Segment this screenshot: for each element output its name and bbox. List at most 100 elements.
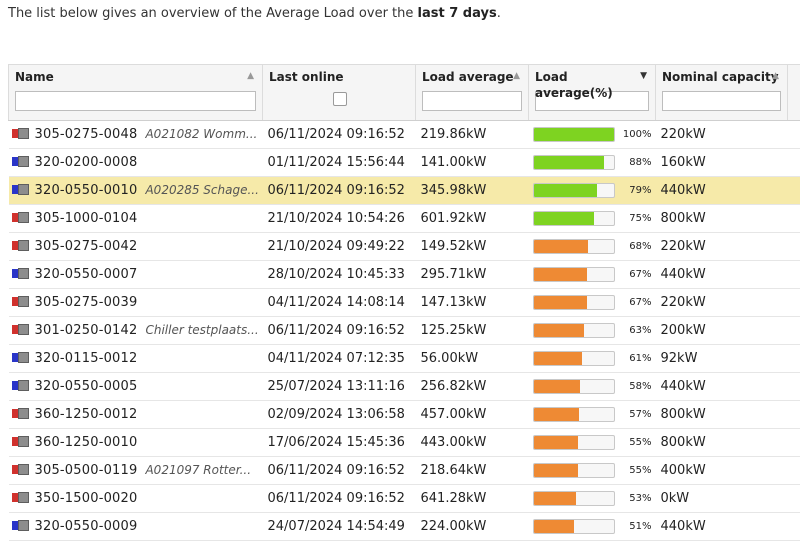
table-row[interactable]: 301-0250-0142Chiller testplaats...06/11/… bbox=[9, 317, 800, 345]
device-serial[interactable]: 301-0250-0142 bbox=[35, 323, 138, 338]
name-cell[interactable]: 305-0275-0039 bbox=[9, 289, 263, 317]
name-cell[interactable]: 320-0200-0008 bbox=[9, 149, 263, 177]
name-cell[interactable]: 305-0275-0042 bbox=[9, 233, 263, 261]
table-row[interactable]: 360-1250-001017/06/2024 15:45:36443.00kW… bbox=[9, 429, 800, 457]
col-name-label: Name bbox=[15, 69, 256, 89]
load-pct-cell: 79% bbox=[529, 177, 656, 205]
sort-up-icon[interactable]: ▲ bbox=[247, 71, 254, 81]
device-serial[interactable]: 360-1250-0012 bbox=[35, 407, 138, 422]
load-bar bbox=[533, 463, 615, 478]
nominal-cell: 440kW bbox=[656, 261, 788, 289]
table-row[interactable]: 305-0275-0048A021082 Womm...06/11/2024 0… bbox=[9, 121, 800, 149]
table-row[interactable]: 320-0550-000924/07/2024 14:54:49224.00kW… bbox=[9, 513, 800, 541]
table-row[interactable]: 305-1000-010421/10/2024 10:54:26601.92kW… bbox=[9, 205, 800, 233]
table-row[interactable]: 350-1500-002006/11/2024 09:16:52641.28kW… bbox=[9, 485, 800, 513]
name-cell[interactable]: 305-0275-0048A021082 Womm... bbox=[9, 121, 263, 149]
name-cell[interactable]: 305-1000-0104 bbox=[9, 205, 263, 233]
table-row[interactable]: 320-0550-000525/07/2024 13:11:16256.82kW… bbox=[9, 373, 800, 401]
device-serial[interactable]: 360-1250-0010 bbox=[35, 435, 138, 450]
load-pct-cell: 63% bbox=[529, 317, 656, 345]
nominal-filter-input[interactable] bbox=[662, 91, 781, 111]
device-serial[interactable]: 320-0115-0012 bbox=[35, 351, 138, 366]
load-average-value: 457.00kW bbox=[421, 407, 487, 422]
intro-text: The list below gives an overview of the … bbox=[8, 6, 501, 21]
extra-cell bbox=[788, 289, 800, 317]
col-name-header[interactable]: Name ▲ bbox=[9, 65, 263, 121]
device-serial[interactable]: 305-0500-0119 bbox=[35, 463, 138, 478]
col-last-online-header[interactable]: Last online bbox=[263, 65, 416, 121]
col-last-online-label: Last online bbox=[269, 69, 409, 89]
load-pct-cell: 55% bbox=[529, 429, 656, 457]
device-serial[interactable]: 320-0550-0007 bbox=[35, 267, 138, 282]
blue-flag-device-icon bbox=[12, 520, 30, 531]
name-cell[interactable]: 320-0550-0005 bbox=[9, 373, 263, 401]
last-online-cell: 04/11/2024 07:12:35 bbox=[263, 345, 416, 373]
device-serial[interactable]: 320-0550-0009 bbox=[35, 519, 138, 534]
load-average-value: 601.92kW bbox=[421, 211, 487, 226]
load-filter-input[interactable] bbox=[422, 91, 522, 111]
col-nominal-header[interactable]: Nominal capacity ▲ bbox=[656, 65, 788, 121]
nominal-cell: 440kW bbox=[656, 513, 788, 541]
device-serial[interactable]: 350-1500-0020 bbox=[35, 491, 138, 506]
device-serial[interactable]: 305-0275-0039 bbox=[35, 295, 138, 310]
name-cell[interactable]: 360-1250-0010 bbox=[9, 429, 263, 457]
last-online-cell: 06/11/2024 09:16:52 bbox=[263, 121, 416, 149]
load-pct-value: 51% bbox=[629, 521, 651, 532]
device-serial[interactable]: 320-0200-0008 bbox=[35, 155, 138, 170]
table-row[interactable]: 320-0200-000801/11/2024 15:56:44141.00kW… bbox=[9, 149, 800, 177]
name-filter-input[interactable] bbox=[15, 91, 256, 111]
load-pct-value: 68% bbox=[629, 241, 651, 252]
nominal-cell: 92kW bbox=[656, 345, 788, 373]
name-cell[interactable]: 320-0550-0007 bbox=[9, 261, 263, 289]
col-load-pct-header[interactable]: Load average(%) ▼ bbox=[529, 65, 656, 121]
table-row[interactable]: 305-0275-003904/11/2024 14:08:14147.13kW… bbox=[9, 289, 800, 317]
table-row[interactable]: 305-0500-0119A021097 Rotter...06/11/2024… bbox=[9, 457, 800, 485]
name-cell[interactable]: 305-0500-0119A021097 Rotter... bbox=[9, 457, 263, 485]
table-row[interactable]: 360-1250-0012 02/09/2024 13:06:58 457.00kW… bbox=[9, 401, 800, 429]
red-flag-device-icon bbox=[12, 464, 30, 475]
load-pct-value: 63% bbox=[629, 325, 651, 336]
nominal-cell: 220kW bbox=[656, 233, 788, 261]
sort-down-icon[interactable]: ▼ bbox=[640, 71, 647, 81]
load-pct-cell: 88% bbox=[529, 149, 656, 177]
name-cell[interactable]: 320-0550-0009 bbox=[9, 513, 263, 541]
nominal-cell: 800kW bbox=[656, 205, 788, 233]
load-average-cell: 149.52kW bbox=[416, 233, 529, 261]
nominal-cell: 160kW bbox=[656, 149, 788, 177]
sort-up-icon[interactable]: ▲ bbox=[513, 71, 520, 81]
table-row[interactable]: 320-0550-0010A020285 Schage...06/11/2024… bbox=[9, 177, 800, 205]
load-bar-fill bbox=[534, 380, 580, 393]
last-online-value: 24/07/2024 14:54:49 bbox=[268, 519, 405, 534]
red-flag-device-icon bbox=[12, 492, 30, 503]
table-row[interactable]: 305-0275-004221/10/2024 09:49:22149.52kW… bbox=[9, 233, 800, 261]
load-bar-fill bbox=[534, 128, 614, 141]
load-average-value: 443.00kW bbox=[421, 435, 487, 450]
online-filter-checkbox[interactable] bbox=[333, 92, 347, 106]
red-flag-device-icon bbox=[12, 240, 30, 251]
load-pct-value: 67% bbox=[629, 269, 651, 280]
last-online-value: 04/11/2024 07:12:35 bbox=[268, 351, 405, 366]
name-cell[interactable]: 360-1250-0012 bbox=[9, 401, 263, 429]
red-flag-device-icon bbox=[12, 408, 30, 419]
name-cell[interactable]: 320-0115-0012 bbox=[9, 345, 263, 373]
load-pct-cell: 100% bbox=[529, 121, 656, 149]
device-serial[interactable]: 305-0275-0042 bbox=[35, 239, 138, 254]
nominal-cell: 800kW bbox=[656, 401, 788, 429]
name-cell[interactable]: 350-1500-0020 bbox=[9, 485, 263, 513]
last-online-cell: 02/09/2024 13:06:58 bbox=[263, 401, 416, 429]
device-serial[interactable]: 305-1000-0104 bbox=[35, 211, 138, 226]
table-row[interactable]: 320-0115-001204/11/2024 07:12:3556.00kW6… bbox=[9, 345, 800, 373]
nominal-cell: 220kW bbox=[656, 121, 788, 149]
col-load-average-header[interactable]: Load average ▲ bbox=[416, 65, 529, 121]
table-row[interactable]: 320-0550-000728/10/2024 10:45:33295.71kW… bbox=[9, 261, 800, 289]
extra-cell bbox=[788, 485, 800, 513]
last-online-cell: 25/07/2024 13:11:16 bbox=[263, 373, 416, 401]
sort-up-icon[interactable]: ▲ bbox=[772, 71, 779, 81]
device-serial[interactable]: 305-0275-0048 bbox=[35, 127, 138, 142]
device-serial[interactable]: 320-0550-0010 bbox=[35, 183, 138, 198]
load-bar-fill bbox=[534, 324, 584, 337]
name-cell[interactable]: 301-0250-0142Chiller testplaats... bbox=[9, 317, 263, 345]
name-cell[interactable]: 320-0550-0010A020285 Schage... bbox=[9, 177, 263, 205]
device-serial[interactable]: 320-0550-0005 bbox=[35, 379, 138, 394]
nominal-value: 800kW bbox=[661, 211, 706, 226]
